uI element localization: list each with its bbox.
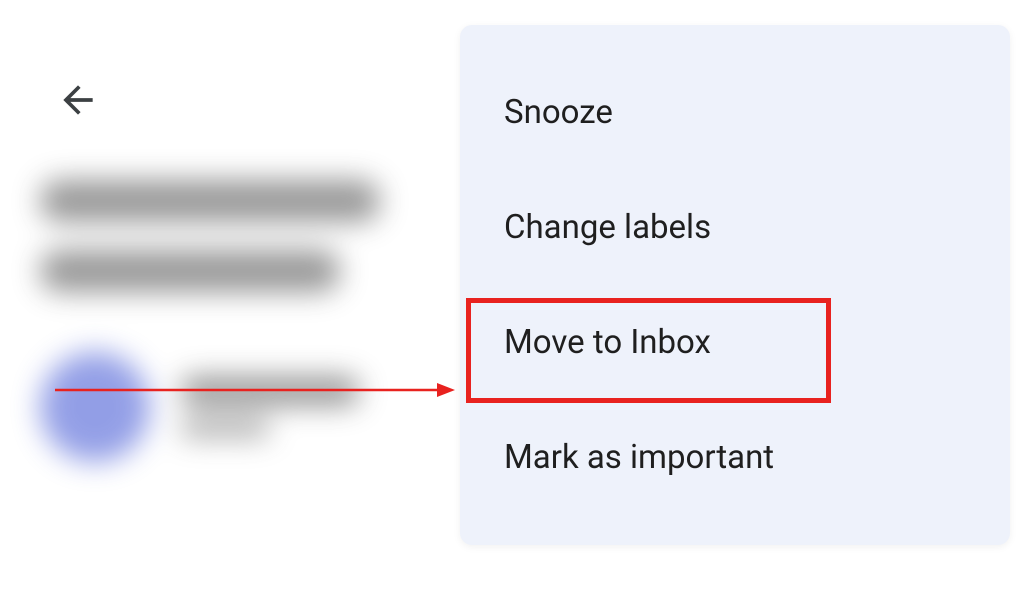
context-menu: Snooze Change labels Move to Inbox Mark … [460, 25, 1010, 545]
menu-item-move-to-inbox[interactable]: Move to Inbox [460, 285, 1010, 400]
back-arrow-icon [56, 78, 100, 122]
menu-item-mark-as-important[interactable]: Mark as important [460, 400, 1010, 515]
menu-item-change-labels[interactable]: Change labels [460, 170, 1010, 285]
blurred-email-content [40, 180, 460, 462]
menu-item-snooze[interactable]: Snooze [460, 55, 1010, 170]
back-arrow-button[interactable] [56, 78, 100, 122]
